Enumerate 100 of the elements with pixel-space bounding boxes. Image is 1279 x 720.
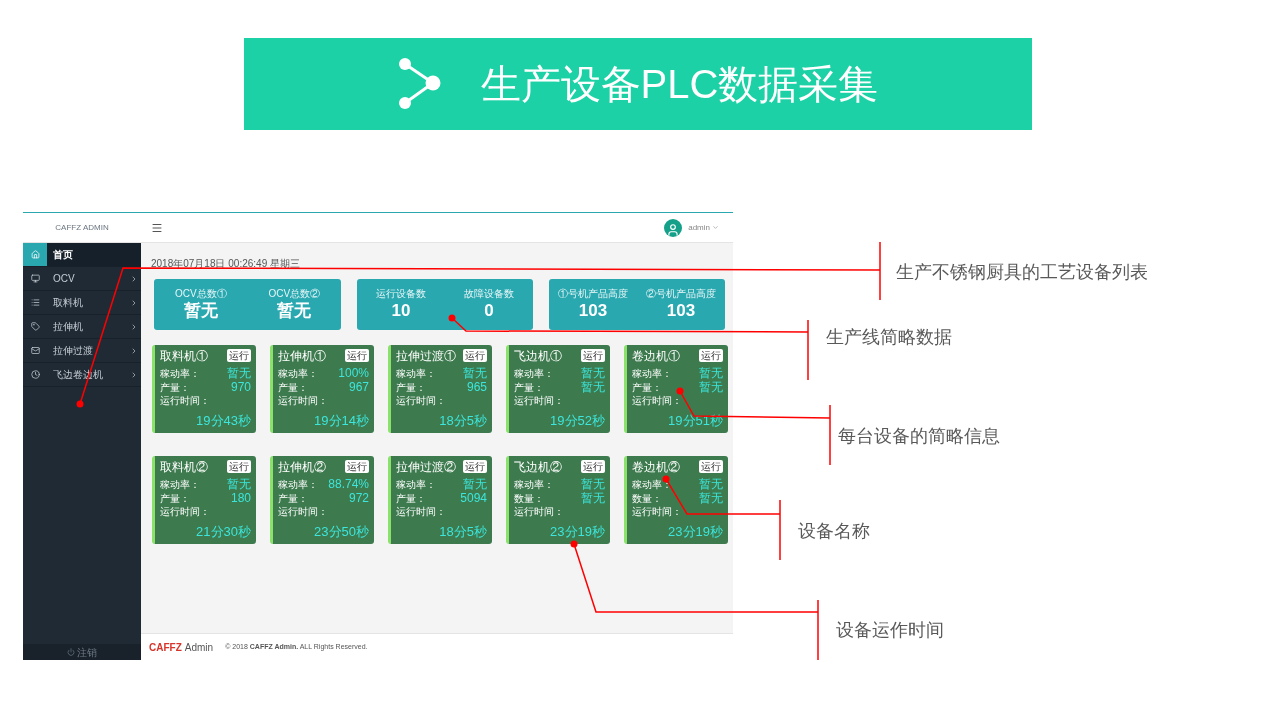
field-label: 数量： <box>632 491 662 505</box>
device-name: 拉伸机② <box>278 460 326 475</box>
rate-value: 暂无 <box>581 366 605 380</box>
chevron-down-icon <box>712 224 719 231</box>
stat-value: 103 <box>666 300 696 322</box>
field-label: 产量： <box>632 380 662 394</box>
field-label: 产量： <box>278 491 308 505</box>
sidebar-label: 首页 <box>53 248 73 262</box>
rate-value: 暂无 <box>463 477 487 491</box>
rate-value: 暂无 <box>699 477 723 491</box>
status-badge: 运行 <box>581 460 605 473</box>
runtime-value: 19分14秒 <box>314 413 369 429</box>
runtime-value: 23分19秒 <box>550 524 605 540</box>
field-label: 稼动率： <box>278 477 318 491</box>
share-icon <box>396 56 441 112</box>
banner-title: 生产设备PLC数据采集 <box>480 64 879 104</box>
field-label: 产量： <box>396 380 426 394</box>
output-value: 180 <box>230 491 251 505</box>
field-label: 运行时间： <box>160 505 210 519</box>
status-badge: 运行 <box>227 460 251 473</box>
output-value: 暂无 <box>581 380 605 394</box>
stat-value: 暂无 <box>183 300 218 322</box>
field-label: 稼动率： <box>632 366 672 380</box>
device-name: 飞边机② <box>514 460 562 475</box>
status-badge: 运行 <box>699 349 723 362</box>
field-label: 运行时间： <box>278 394 328 408</box>
footer-brand: Admin <box>184 640 214 655</box>
stat-value: 暂无 <box>277 300 312 322</box>
output-value: 暂无 <box>699 491 723 505</box>
chevron-icon <box>130 370 138 379</box>
status-badge: 运行 <box>699 460 723 473</box>
clock-icon <box>30 370 40 379</box>
date-time: 2018年07月18日 00:26:49 星期三 <box>151 258 301 270</box>
field-label: 产量： <box>160 491 190 505</box>
monitor-icon <box>30 274 40 283</box>
status-badge: 运行 <box>463 349 487 362</box>
field-label: 稼动率： <box>514 477 554 491</box>
user-menu[interactable]: admin <box>688 221 719 234</box>
envelope-icon <box>30 346 40 355</box>
stat-label: ①号机产品高度 <box>558 287 628 300</box>
stat-label: 故障设备数 <box>464 287 514 300</box>
runtime-value: 21分30秒 <box>196 524 251 540</box>
chevron-icon <box>130 322 138 331</box>
sidebar-label: OCV <box>53 272 75 286</box>
runtime-value: 23分50秒 <box>314 524 369 540</box>
tag-icon <box>30 322 40 331</box>
field-label: 稼动率： <box>632 477 672 491</box>
sidebar-item[interactable]: 首页 <box>23 243 141 267</box>
rate-value: 暂无 <box>227 477 251 491</box>
runtime-value: 18分5秒 <box>439 524 487 540</box>
device-name: 飞边机① <box>514 349 562 364</box>
chevron-icon <box>130 298 138 307</box>
list-icon <box>30 298 40 307</box>
output-value: 965 <box>466 380 487 394</box>
runtime-value: 18分5秒 <box>439 413 487 429</box>
output-value: 970 <box>230 380 251 394</box>
output-value: 暂无 <box>581 491 605 505</box>
home-icon <box>30 250 40 259</box>
runtime-value: 19分52秒 <box>550 413 605 429</box>
field-label: 稼动率： <box>514 366 554 380</box>
annotation-label: 生产线简略数据 <box>826 326 952 349</box>
sidebar-label: 拉伸机 <box>53 320 83 334</box>
device-name: 取料机① <box>160 349 208 364</box>
sidebar-label: 取料机 <box>53 296 83 310</box>
rate-value: 88.74% <box>328 477 369 491</box>
field-label: 稼动率： <box>278 366 318 380</box>
stat-value: 0 <box>484 300 494 322</box>
output-value: 暂无 <box>699 380 723 394</box>
stat-value: 103 <box>578 300 608 322</box>
stat-label: OCV总数① <box>174 287 227 300</box>
stat-label: ②号机产品高度 <box>646 287 716 300</box>
logout-button[interactable]: 注销 <box>23 644 141 660</box>
sidebar-label: 拉伸过渡 <box>53 344 93 358</box>
stat-value: 10 <box>391 300 411 322</box>
field-label: 运行时间： <box>160 394 210 408</box>
field-label: 运行时间： <box>514 394 564 408</box>
device-name: 拉伸过渡① <box>396 349 456 364</box>
field-label: 产量： <box>396 491 426 505</box>
runtime-value: 23分19秒 <box>668 524 723 540</box>
rate-value: 暂无 <box>581 477 605 491</box>
status-badge: 运行 <box>227 349 251 362</box>
avatar-icon[interactable] <box>664 218 683 237</box>
runtime-value: 19分43秒 <box>196 413 251 429</box>
output-value: 967 <box>348 380 369 394</box>
status-badge: 运行 <box>463 460 487 473</box>
field-label: 运行时间： <box>632 394 682 408</box>
status-badge: 运行 <box>345 349 369 362</box>
chevron-icon <box>130 274 138 283</box>
device-name: 取料机② <box>160 460 208 475</box>
chevron-icon <box>130 346 138 355</box>
stat-label: OCV总数② <box>268 287 321 300</box>
status-badge: 运行 <box>581 349 605 362</box>
power-icon <box>67 648 75 656</box>
field-label: 稼动率： <box>160 366 200 380</box>
menu-icon[interactable] <box>151 221 163 234</box>
annotation-label: 每台设备的简略信息 <box>838 425 1000 448</box>
annotation-label: 设备名称 <box>798 520 870 543</box>
device-name: 卷边机② <box>632 460 680 475</box>
output-value: 972 <box>348 491 369 505</box>
rate-value: 暂无 <box>463 366 487 380</box>
